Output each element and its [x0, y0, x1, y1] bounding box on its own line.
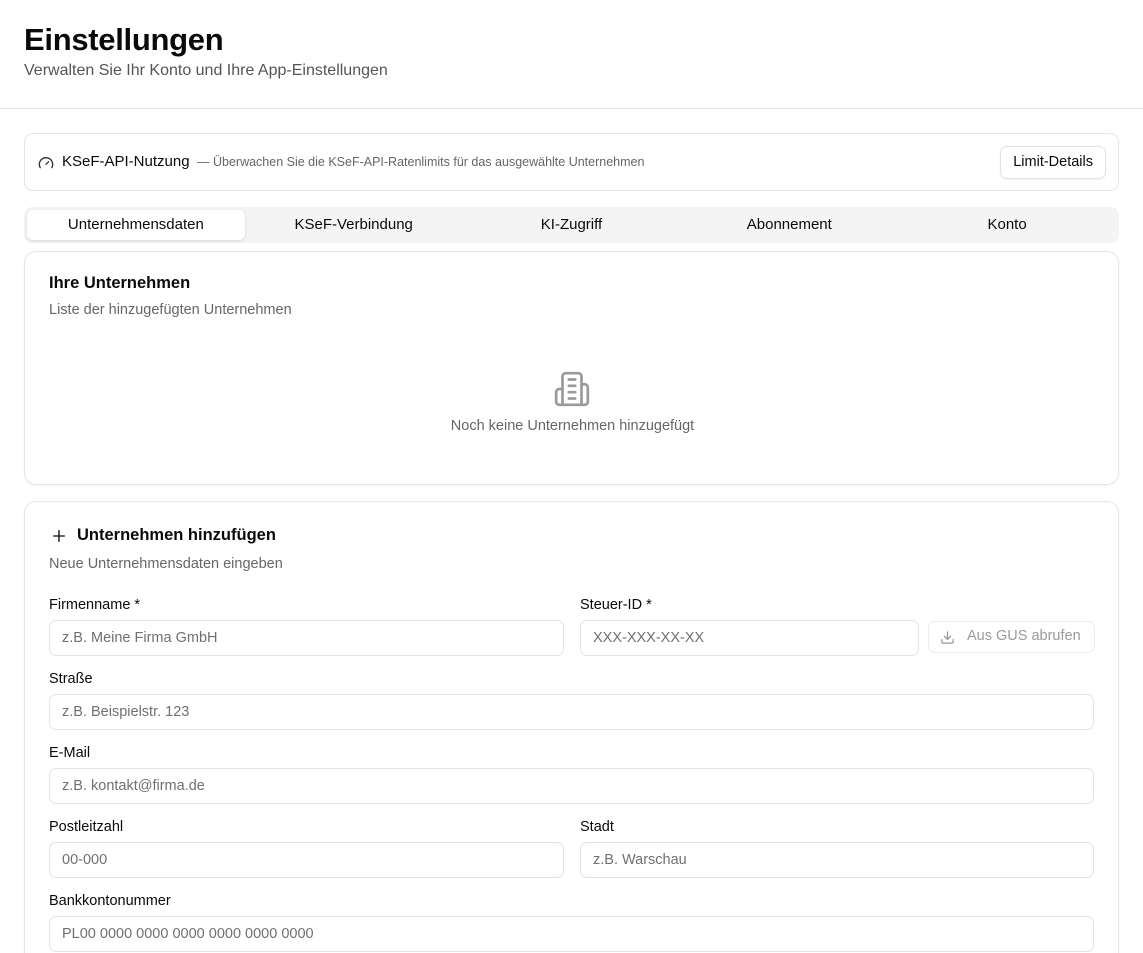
companies-card: Ihre Unternehmen Liste der hinzugefügten…	[24, 251, 1119, 485]
fetch-from-gus-label: Aus GUS abrufen	[967, 628, 1081, 644]
tab-account[interactable]: Konto	[898, 210, 1116, 240]
companies-description: Liste der hinzugefügten Unternehmen	[49, 302, 292, 318]
tab-company-data[interactable]: Unternehmensdaten	[27, 210, 245, 240]
email-label: E-Mail	[49, 745, 91, 761]
api-usage-description: — Überwachen Sie die KSeF-API-Ratenlimit…	[197, 155, 645, 169]
empty-state-text: Noch keine Unternehmen hinzugefügt	[450, 418, 695, 434]
companies-title: Ihre Unternehmen	[49, 274, 191, 292]
postal-code-input[interactable]	[49, 842, 564, 878]
add-company-title: Unternehmen hinzufügen	[77, 526, 276, 544]
download-icon	[941, 631, 954, 644]
street-input[interactable]	[49, 694, 1094, 730]
city-input[interactable]	[580, 842, 1094, 878]
fetch-from-gus-button[interactable]: Aus GUS abrufen	[928, 621, 1095, 653]
company-name-input[interactable]	[49, 620, 564, 656]
gauge-icon	[38, 157, 54, 169]
limit-details-button[interactable]: Limit-Details	[1000, 146, 1106, 179]
email-input[interactable]	[49, 768, 1094, 804]
add-company-description: Neue Unternehmensdaten eingeben	[49, 556, 283, 572]
settings-tabs: Unternehmensdaten KSeF-Verbindung KI-Zug…	[24, 207, 1119, 243]
street-label: Straße	[49, 671, 93, 687]
tab-subscription[interactable]: Abonnement	[680, 210, 898, 240]
company-name-label: Firmenname *	[49, 597, 141, 613]
add-company-card: Unternehmen hinzufügen Neue Unternehmens…	[24, 501, 1119, 953]
api-usage-card: KSeF-API-Nutzung — Überwachen Sie die KS…	[24, 133, 1119, 191]
bank-account-input[interactable]	[49, 916, 1094, 952]
tab-ksef-connection[interactable]: KSeF-Verbindung	[245, 210, 463, 240]
tax-id-input[interactable]	[580, 620, 919, 656]
page-subtitle: Verwalten Sie Ihr Konto und Ihre App-Ein…	[24, 62, 388, 79]
plus-icon	[53, 530, 65, 542]
tab-ai-access[interactable]: KI-Zugriff	[463, 210, 681, 240]
page-title: Einstellungen	[24, 22, 224, 57]
building-icon	[554, 371, 590, 407]
page-header: Einstellungen Verwalten Sie Ihr Konto un…	[0, 0, 1143, 109]
city-label: Stadt	[580, 819, 614, 835]
bank-account-label: Bankkontonummer	[49, 893, 171, 909]
api-usage-title: KSeF-API-Nutzung	[62, 153, 190, 170]
tax-id-label: Steuer-ID *	[580, 597, 652, 613]
postal-code-label: Postleitzahl	[49, 819, 124, 835]
